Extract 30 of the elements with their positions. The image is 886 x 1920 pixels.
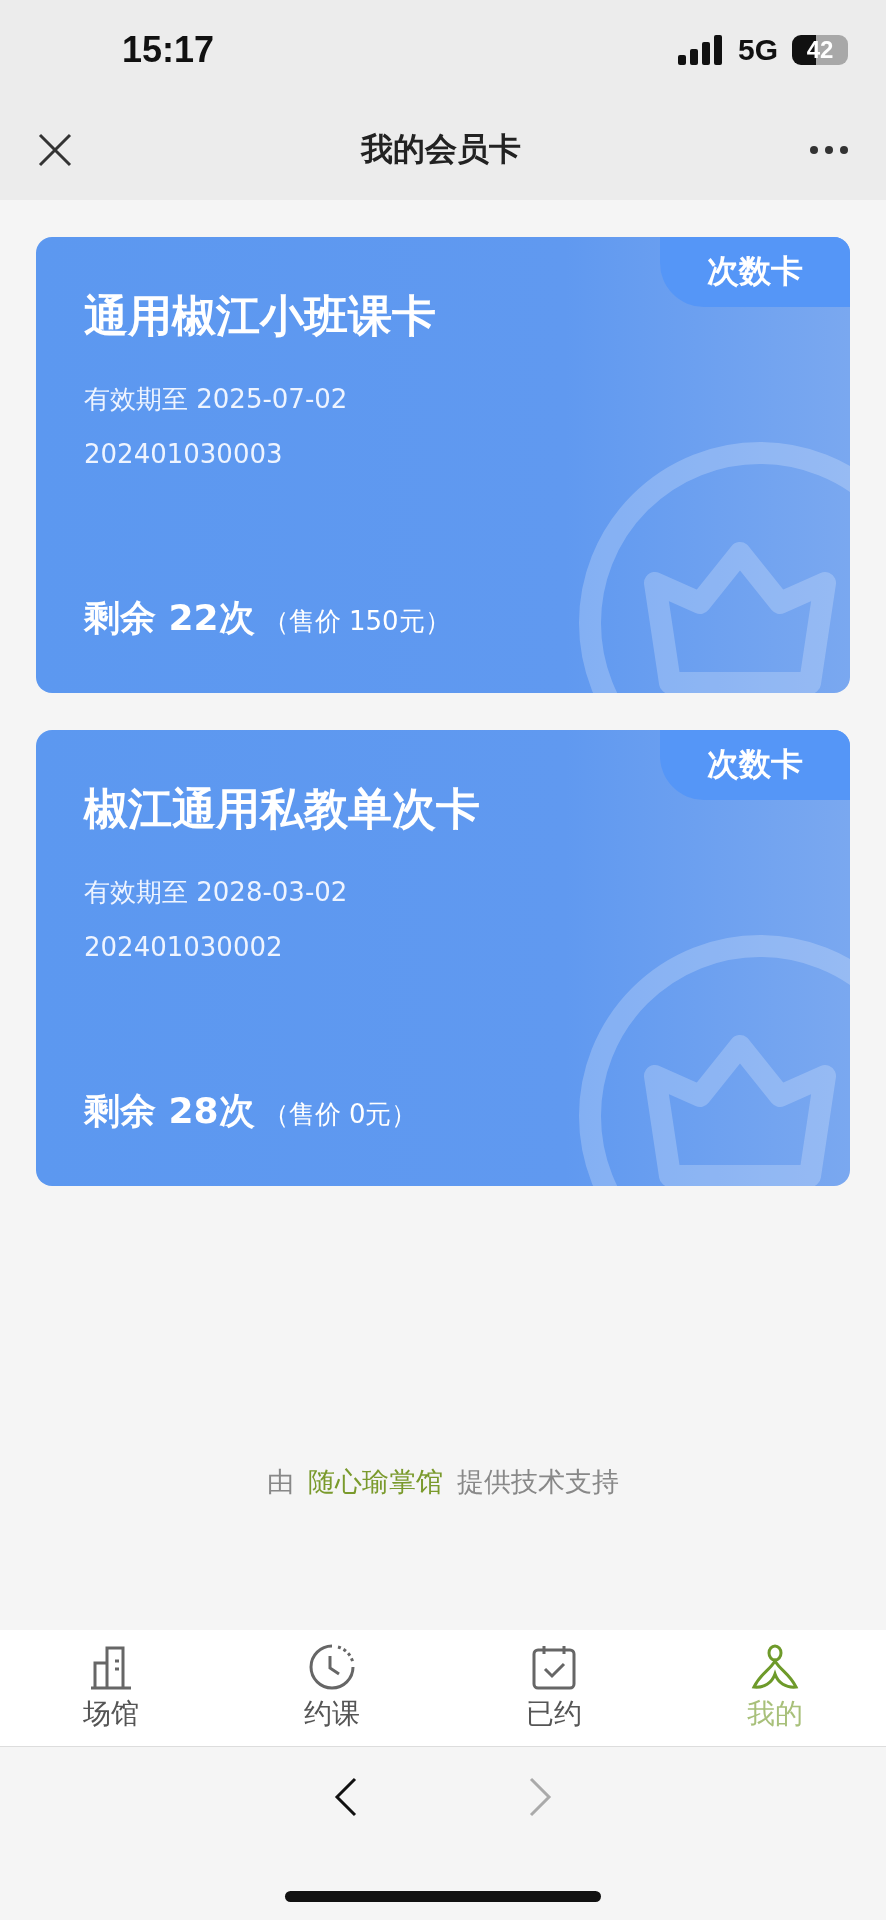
person-leaf-icon — [751, 1643, 800, 1691]
tab-item[interactable]: 我的 — [664, 1630, 886, 1746]
remaining-count: 剩余 22次 — [84, 596, 255, 640]
card-name: 椒江通用私教单次卡 — [84, 782, 481, 836]
tab-item[interactable]: 场馆 — [0, 1630, 222, 1746]
clock-icon — [308, 1643, 357, 1691]
card-number: 202401030003 — [84, 439, 284, 469]
membership-card[interactable]: 次数卡 通用椒江小班课卡 有效期至 2025-07-02 202401030003 剩余 22次 （售价 150元） — [36, 237, 850, 693]
card-type-tag: 次数卡 — [660, 730, 850, 800]
footer-text: 提供技术支持 — [457, 1465, 619, 1499]
sale-price: （售价 0元） — [262, 1098, 418, 1131]
remaining-count: 剩余 28次 — [84, 1089, 255, 1133]
brand-link[interactable]: 随心瑜掌馆 — [308, 1464, 443, 1500]
membership-card[interactable]: 次数卡 椒江通用私教单次卡 有效期至 2028-03-02 202401030002 剩余 28次 （售价 0元） — [36, 730, 850, 1186]
sale-price: （售价 150元） — [262, 605, 451, 638]
more-button[interactable] — [810, 145, 848, 155]
network-label: 5G — [737, 33, 778, 67]
validity-date: 有效期至 2025-07-02 — [84, 383, 349, 416]
back-button[interactable] — [334, 1777, 358, 1817]
page-title: 我的会员卡 — [361, 129, 521, 170]
signal-icon — [677, 35, 724, 65]
footer-text: 由 — [267, 1465, 294, 1499]
status-time: 15:17 — [122, 29, 215, 71]
card-name: 通用椒江小班课卡 — [84, 289, 437, 343]
card-type-tag: 次数卡 — [660, 237, 850, 307]
close-button[interactable] — [38, 133, 72, 167]
tab-item[interactable]: 约课 — [221, 1630, 443, 1746]
card-number: 202401030002 — [84, 932, 284, 962]
validity-date: 有效期至 2028-03-02 — [84, 876, 349, 909]
tab-item[interactable]: 已约 — [443, 1630, 665, 1746]
